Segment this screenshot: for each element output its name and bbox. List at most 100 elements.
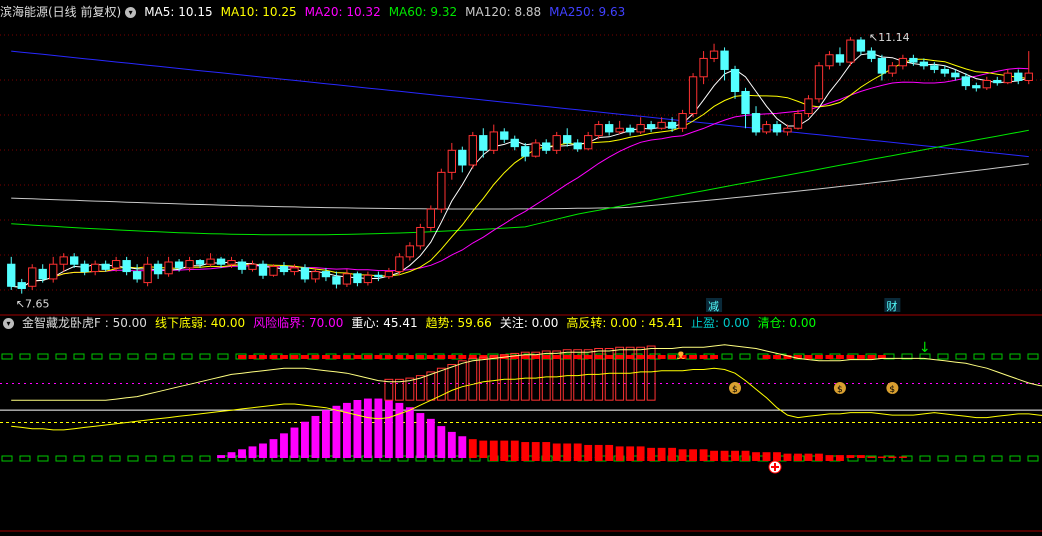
low-signal-dash <box>584 457 593 461</box>
candle-body <box>877 57 887 74</box>
boundary-dash <box>163 353 175 360</box>
candle <box>1003 69 1012 85</box>
candle-body <box>374 274 383 278</box>
high-signal-dash <box>395 355 404 359</box>
candle-body <box>521 146 530 157</box>
boundary-dash <box>181 455 193 462</box>
candle-body <box>111 260 121 269</box>
candle-body <box>458 149 467 166</box>
candle <box>59 253 68 272</box>
boundary-dash <box>127 353 139 360</box>
candle <box>405 242 415 261</box>
trend-candle <box>426 371 436 401</box>
candle <box>867 47 876 63</box>
candle <box>153 260 163 279</box>
boundary-dash <box>145 353 157 360</box>
stock-title[interactable]: 滨海能源(日线 前复权) <box>0 3 121 21</box>
strength-bar <box>689 449 698 458</box>
ma5-line <box>11 52 1029 288</box>
strength-bar <box>710 450 718 458</box>
strength-bar <box>605 444 614 458</box>
trend-candle <box>447 364 457 401</box>
low-price-label: ↖7.65 <box>16 298 50 311</box>
strength-bar <box>584 444 593 458</box>
candle-body <box>709 50 719 59</box>
boundary-dash <box>1009 353 1021 360</box>
trend-candle <box>499 354 509 401</box>
candle-body <box>615 127 624 133</box>
high-signal-dash <box>405 355 414 359</box>
candle-body <box>426 208 436 228</box>
candle-body <box>258 263 268 276</box>
strength-bar <box>447 431 456 458</box>
candle-body <box>993 79 1002 84</box>
candle <box>311 267 320 283</box>
candle-body <box>384 271 394 278</box>
candle <box>741 87 750 129</box>
high-signal-dash <box>773 355 781 359</box>
candle <box>458 146 467 173</box>
high-signal-dash <box>363 355 372 359</box>
high-signal-dash <box>531 355 540 359</box>
candle-body <box>898 57 908 67</box>
candle-body <box>804 98 813 115</box>
candle <box>384 267 394 279</box>
arrow-down-icon: ↓ <box>919 340 931 356</box>
boundary-dash <box>19 353 31 360</box>
candle <box>1014 69 1023 85</box>
candle-body <box>762 124 771 133</box>
candle <box>49 256 58 283</box>
stock-chart[interactable]: ↖11.14 ↖7.65 减 财 ᴥ $ $ $ ↓ <box>0 0 1042 536</box>
candle <box>898 54 908 70</box>
candle-body <box>636 124 645 133</box>
candle-body <box>332 276 341 285</box>
boundary-dash <box>739 353 751 360</box>
high-signal-dash <box>458 355 467 359</box>
candle-body <box>625 127 635 133</box>
candle <box>615 120 624 135</box>
candle-body <box>321 271 331 278</box>
candle-body <box>7 263 16 287</box>
low-signal-dash <box>647 457 656 461</box>
candle <box>279 262 289 276</box>
strength-bar <box>353 400 362 458</box>
chevron-down-icon[interactable]: ▾ <box>3 317 14 329</box>
high-signal-dash <box>374 355 383 359</box>
candle-body <box>888 65 897 74</box>
strength-bar <box>458 436 467 458</box>
high-price-label: ↖11.14 <box>869 31 910 44</box>
candle-body <box>70 256 79 265</box>
boundary-dash <box>73 455 85 462</box>
high-signal-dash <box>301 355 309 359</box>
high-signal-dash <box>521 355 530 359</box>
candle <box>248 260 257 272</box>
high-signal-dash <box>573 355 582 359</box>
high-signal-dash <box>322 355 330 359</box>
guanzhu-label: 关注: 0.00 <box>499 316 559 330</box>
candle <box>531 139 540 158</box>
high-signal-dash <box>342 355 351 359</box>
candle-body <box>143 263 152 284</box>
candle-body <box>531 142 540 157</box>
high-signal-dash <box>867 355 876 359</box>
candle-body <box>101 263 110 270</box>
high-signal-dash <box>836 355 844 359</box>
strength-bar <box>363 398 372 458</box>
candle-body <box>814 65 824 100</box>
strength-bar <box>510 440 519 458</box>
boundary-dash <box>109 455 121 462</box>
chevron-down-icon[interactable]: ▾ <box>125 6 137 18</box>
strength-bar <box>615 446 624 458</box>
low-signal-dash <box>731 457 739 461</box>
boundary-dash <box>37 353 49 360</box>
boundary-dash <box>919 455 931 462</box>
candle-body <box>500 131 509 140</box>
strength-bar <box>489 440 498 458</box>
indicator-name[interactable]: 金智藏龙卧虎F : 50.00 <box>22 314 147 332</box>
candle <box>584 131 593 151</box>
candle <box>426 205 436 232</box>
strength-bar <box>731 450 739 458</box>
ma10-line <box>11 58 1029 288</box>
high-signal-dash <box>647 355 656 359</box>
candle <box>814 62 824 103</box>
